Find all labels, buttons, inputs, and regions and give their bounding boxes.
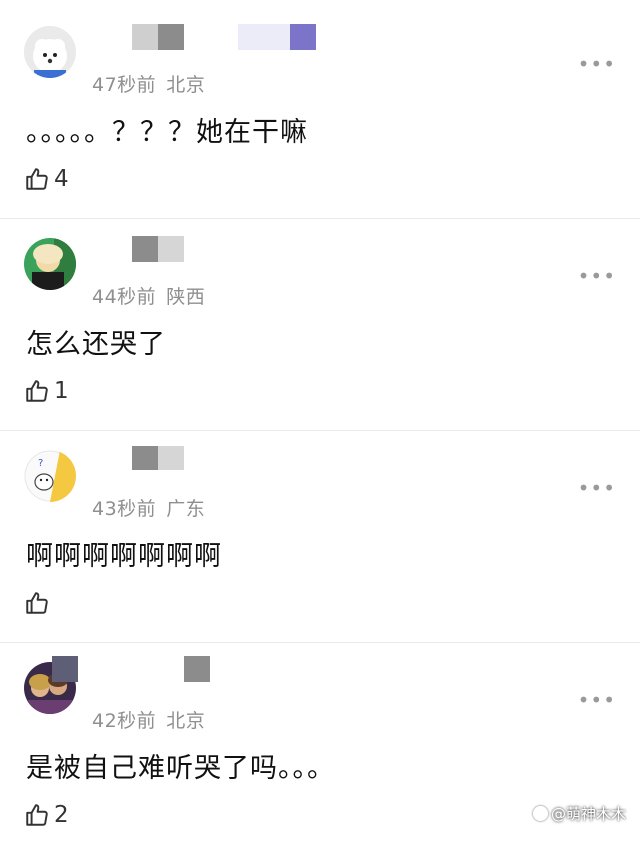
comment-item: ? 43秒前 广东 ••• 啊啊啊啊啊啊啊 — [0, 424, 640, 636]
like-button[interactable]: 4 — [24, 164, 69, 194]
comment-location: 北京 — [166, 710, 206, 732]
more-options-icon[interactable]: ••• — [578, 690, 616, 710]
like-count: 4 — [54, 166, 69, 192]
comment-time: 43秒前 — [92, 498, 157, 520]
comment-time: 42秒前 — [92, 710, 157, 732]
comment-location: 广东 — [166, 498, 206, 520]
comment-meta: 44秒前 陕西 — [92, 282, 205, 309]
avatar[interactable]: ? — [24, 450, 76, 502]
watermark-text: @萌神木木 — [550, 805, 626, 823]
like-button[interactable]: 1 — [24, 376, 69, 406]
comment-meta: 42秒前 北京 — [92, 706, 205, 733]
thumbs-up-icon — [26, 592, 48, 614]
comment-time: 44秒前 — [92, 286, 157, 308]
like-count: 1 — [54, 378, 69, 404]
more-options-icon[interactable]: ••• — [578, 266, 616, 286]
thumbs-up-icon — [26, 168, 48, 190]
more-options-icon[interactable]: ••• — [578, 478, 616, 498]
like-button[interactable]: 2 — [24, 800, 69, 830]
watermark-circle-icon — [532, 806, 548, 821]
avatar[interactable] — [24, 238, 76, 290]
thumbs-up-icon — [26, 804, 48, 826]
like-button[interactable] — [24, 588, 54, 618]
comment-location: 陕西 — [166, 286, 206, 308]
comment-item: 47秒前 北京 ••• 。。。。。？？？她在干嘛 4 — [0, 0, 640, 212]
like-count: 2 — [54, 802, 69, 828]
comment-text: 啊啊啊啊啊啊啊 — [26, 541, 222, 572]
comment-time: 47秒前 — [92, 74, 157, 96]
comment-meta: 43秒前 广东 — [92, 494, 205, 521]
comment-text: 。。。。。？？？她在干嘛 — [26, 117, 308, 148]
comment-meta: 47秒前 北京 — [92, 70, 205, 97]
comment-text: 是被自己难听哭了吗。。。 — [26, 753, 335, 784]
more-options-icon[interactable]: ••• — [578, 54, 616, 74]
svg-text:?: ? — [38, 458, 43, 469]
avatar[interactable] — [24, 26, 76, 78]
comment-text: 怎么还哭了 — [26, 329, 166, 360]
comment-item: 44秒前 陕西 ••• 怎么还哭了 1 — [0, 212, 640, 424]
watermark: @萌神木木 — [532, 803, 626, 824]
comment-location: 北京 — [166, 74, 206, 96]
thumbs-up-icon — [26, 380, 48, 402]
